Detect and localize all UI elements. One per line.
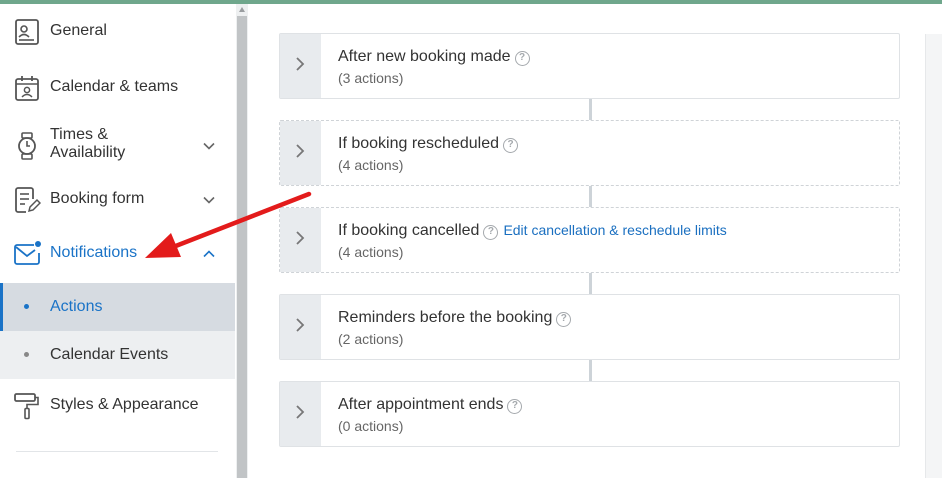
help-icon[interactable]: ? bbox=[507, 399, 523, 414]
card-title: Reminders before the booking? bbox=[338, 309, 572, 327]
sidebar-item-general[interactable]: General bbox=[0, 12, 235, 52]
paint-roller-icon bbox=[14, 393, 39, 420]
chevron-right-icon bbox=[296, 318, 305, 332]
chevron-up-icon[interactable] bbox=[202, 247, 216, 261]
sidebar-item-label: Styles & Appearance bbox=[50, 396, 199, 413]
sidebar: General Calendar & teams Times & Availab… bbox=[0, 4, 235, 478]
card-title: If booking cancelled? Edit cancellation &… bbox=[338, 222, 727, 240]
card-title: If booking rescheduled? bbox=[338, 135, 518, 153]
sidebar-item-label: Booking form bbox=[50, 190, 145, 207]
expand-toggle[interactable] bbox=[280, 121, 321, 185]
flow-connector bbox=[589, 186, 592, 208]
card-title-text: If booking cancelled bbox=[338, 222, 480, 239]
sidebar-item-notifications[interactable]: Notifications bbox=[0, 234, 235, 274]
help-icon[interactable]: ? bbox=[503, 138, 518, 153]
sidebar-item-calendar-teams[interactable]: Calendar & teams bbox=[0, 68, 235, 108]
flow-connector bbox=[589, 99, 592, 121]
scrollbar-thumb[interactable] bbox=[237, 16, 247, 478]
edit-cancellation-limits-link[interactable]: Edit cancellation & reschedule limits bbox=[503, 222, 726, 238]
right-side-panel bbox=[925, 34, 942, 478]
card-title: After new booking made? bbox=[338, 48, 530, 66]
card-title-text: After appointment ends bbox=[338, 396, 504, 413]
chevron-down-icon[interactable] bbox=[202, 139, 216, 153]
action-count: (4 actions) bbox=[338, 157, 404, 173]
sidebar-item-styles-appearance[interactable]: Styles & Appearance bbox=[0, 386, 235, 426]
sidebar-scrollbar[interactable] bbox=[236, 4, 248, 478]
expand-toggle[interactable] bbox=[280, 295, 321, 359]
notifications-submenu: Actions Calendar Events bbox=[0, 283, 235, 379]
form-edit-icon bbox=[15, 187, 41, 213]
sidebar-item-label-line2: Availability bbox=[50, 144, 126, 161]
card-title-text: After new booking made bbox=[338, 48, 511, 65]
help-icon[interactable]: ? bbox=[514, 51, 530, 66]
flow-connector bbox=[589, 273, 592, 295]
action-group-card[interactable]: If booking cancelled? Edit cancellation &… bbox=[279, 207, 900, 273]
sidebar-subitem-label: Calendar Events bbox=[50, 346, 169, 363]
card-title: After appointment ends? bbox=[338, 396, 523, 414]
help-icon[interactable]: ? bbox=[556, 312, 572, 327]
chevron-right-icon bbox=[296, 405, 305, 419]
action-group-card[interactable]: After appointment ends? (0 actions) bbox=[279, 381, 900, 447]
sidebar-item-label: Calendar & teams bbox=[50, 78, 179, 95]
sidebar-item-label: General bbox=[50, 22, 107, 39]
action-count: (4 actions) bbox=[338, 244, 404, 260]
bullet-icon bbox=[24, 304, 29, 309]
sidebar-subitem-label: Actions bbox=[50, 298, 103, 315]
chevron-down-icon[interactable] bbox=[202, 193, 216, 207]
calendar-person-icon bbox=[15, 76, 39, 101]
action-count: (2 actions) bbox=[338, 331, 404, 347]
chevron-right-icon bbox=[296, 144, 305, 158]
help-icon[interactable]: ? bbox=[483, 225, 499, 240]
sidebar-item-label: Notifications bbox=[50, 244, 138, 261]
scroll-up-arrow-icon[interactable] bbox=[239, 7, 245, 12]
bullet-icon bbox=[24, 352, 29, 357]
chevron-right-icon bbox=[296, 231, 305, 245]
action-group-card[interactable]: If booking rescheduled? (4 actions) bbox=[279, 120, 900, 186]
id-card-icon bbox=[15, 19, 39, 45]
sidebar-subitem-calendar-events[interactable]: Calendar Events bbox=[0, 331, 235, 379]
sidebar-item-booking-form[interactable]: Booking form bbox=[0, 180, 235, 220]
sidebar-subitem-actions[interactable]: Actions bbox=[0, 283, 235, 331]
expand-toggle[interactable] bbox=[280, 382, 321, 446]
mail-icon bbox=[14, 241, 41, 265]
watch-icon bbox=[18, 132, 36, 160]
divider bbox=[16, 451, 218, 452]
expand-toggle[interactable] bbox=[280, 34, 321, 98]
card-title-text: If booking rescheduled bbox=[338, 135, 499, 152]
chevron-right-icon bbox=[296, 57, 305, 71]
flow-connector bbox=[589, 360, 592, 382]
action-count: (0 actions) bbox=[338, 418, 404, 434]
sidebar-item-label-line1: Times & bbox=[50, 126, 109, 143]
action-group-card[interactable]: Reminders before the booking? (2 actions… bbox=[279, 294, 900, 360]
action-count: (3 actions) bbox=[338, 70, 404, 86]
sidebar-item-times-availability[interactable]: Times & Availability bbox=[0, 122, 235, 170]
action-group-card[interactable]: After new booking made? (3 actions) bbox=[279, 33, 900, 99]
expand-toggle[interactable] bbox=[280, 208, 321, 272]
notification-actions-panel: After new booking made? (3 actions) If b… bbox=[248, 4, 942, 478]
card-title-text: Reminders before the booking bbox=[338, 309, 553, 326]
